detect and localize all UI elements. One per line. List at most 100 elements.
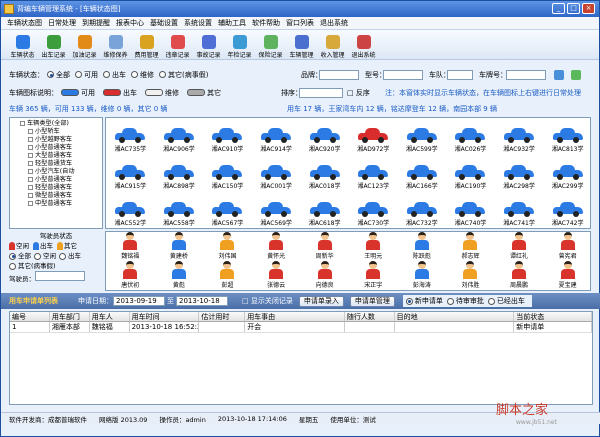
menu-item[interactable]: 窗口列表 — [286, 18, 314, 28]
team-field[interactable] — [447, 69, 473, 80]
menu-item[interactable]: 基础设置 — [150, 18, 178, 28]
vehicle-tile[interactable]: 湘AC732学 — [398, 192, 447, 228]
radio-icon[interactable] — [9, 252, 16, 260]
driver-tile[interactable]: 黄建桥 — [155, 232, 204, 261]
radio-icon[interactable] — [34, 252, 41, 260]
state-option[interactable]: 其它(病事假) — [159, 71, 208, 79]
checkbox-icon[interactable] — [28, 200, 33, 206]
tree-item[interactable]: 大型普通客车 — [20, 152, 100, 160]
driver-tile[interactable]: 宋正宇 — [349, 261, 398, 290]
table-row[interactable]: 1 湘雁本部 魏铭福 2013-10-18 16:52:25 开会 新申请单 — [10, 322, 592, 333]
state-option[interactable]: 可用 — [75, 71, 98, 79]
toolbar-button[interactable]: 出车记录 — [38, 31, 69, 59]
checkbox-icon[interactable] — [20, 120, 25, 126]
driver-tile[interactable]: 彭海涛 — [398, 261, 447, 290]
vehicle-tile[interactable]: 湘AC299学 — [543, 155, 590, 192]
driver-tile[interactable]: 黄彪 — [155, 261, 204, 290]
radio-icon[interactable] — [75, 71, 82, 78]
vehicle-tile[interactable]: 湘AC001学 — [252, 155, 301, 192]
vehicle-tile[interactable]: 湘AC742学 — [543, 192, 590, 228]
toolbar-button[interactable]: 年检记录 — [224, 31, 255, 59]
tree-item[interactable]: 轻型普通客车 — [20, 184, 100, 192]
checkbox-icon[interactable] — [28, 144, 33, 150]
column-header[interactable]: 估计用时 — [199, 312, 246, 321]
vehicle-tile[interactable]: 湘AC599学 — [398, 118, 447, 155]
driver-field[interactable] — [35, 271, 85, 281]
driver-tile[interactable]: 魏铭福 — [106, 232, 155, 261]
toolbar-button[interactable]: 费用管理 — [131, 31, 162, 59]
vehicle-tile[interactable]: 湘AC898学 — [155, 155, 204, 192]
vehicle-tile[interactable]: 湘AC910学 — [203, 118, 252, 155]
checkbox-icon[interactable] — [28, 176, 33, 182]
driver-option[interactable]: 其它(病事假) — [9, 262, 56, 270]
radio-icon[interactable] — [103, 71, 110, 78]
driver-tile[interactable]: 唐伏初 — [106, 261, 155, 290]
maximize-button[interactable]: □ — [567, 3, 580, 14]
driver-tile[interactable]: 向德良 — [300, 261, 349, 290]
driver-tile[interactable]: 周晨鹏 — [495, 261, 544, 290]
sort-select[interactable] — [299, 87, 343, 98]
toolbar-button[interactable]: 退出系统 — [348, 31, 379, 59]
vehicle-tile[interactable]: 湘AC618学 — [300, 192, 349, 228]
tree-item[interactable]: 微型普通客车 — [20, 192, 100, 200]
checkbox-icon[interactable] — [28, 152, 33, 158]
minimize-button[interactable]: _ — [552, 3, 565, 14]
column-header[interactable]: 用车部门 — [50, 312, 90, 321]
driver-tile[interactable]: 夏宝建 — [543, 261, 590, 290]
date-to[interactable]: 2013-10-18 — [176, 296, 228, 306]
driver-tile[interactable]: 彭超 — [203, 261, 252, 290]
vehicle-tile[interactable]: 湘AC123学 — [349, 155, 398, 192]
close-button[interactable]: × — [582, 3, 595, 14]
column-header[interactable]: 随行人数 — [345, 312, 395, 321]
driver-tile[interactable]: 张德云 — [252, 261, 301, 290]
vehicle-type-tree[interactable]: 车辆类型(全部) 小型轿车 小型越野客车 小型普通客车 大型普通客车 轻型普通货车 小型汽车… — [9, 117, 103, 229]
request-entry-button[interactable]: 申请单录入 — [298, 295, 344, 307]
request-option[interactable]: 新申请单 — [405, 297, 443, 305]
model-field[interactable] — [383, 69, 423, 80]
reverse-checkbox[interactable]: □ 反序 — [347, 88, 370, 98]
menu-item[interactable]: 辅助工具 — [218, 18, 246, 28]
radio-icon[interactable] — [487, 297, 495, 305]
vehicle-tile[interactable]: 湘AD972学 — [349, 118, 398, 155]
vehicle-tile[interactable]: 湘AC730学 — [349, 192, 398, 228]
vehicle-tile[interactable]: 湘AC298学 — [495, 155, 544, 192]
driver-tile[interactable]: 王明元 — [349, 232, 398, 261]
vehicle-tile[interactable]: 湘AC906学 — [155, 118, 204, 155]
tree-item[interactable]: 轻型普通货车 — [20, 160, 100, 168]
column-header[interactable]: 用车人 — [90, 312, 130, 321]
driver-tile[interactable]: 曾宪君 — [543, 232, 590, 261]
checkbox-icon[interactable] — [28, 160, 33, 166]
driver-tile[interactable]: 刘伟胜 — [446, 261, 495, 290]
vehicle-tile[interactable]: 湘AC150学 — [203, 155, 252, 192]
vehicle-tile[interactable]: 湘AC190学 — [446, 155, 495, 192]
toolbar-button[interactable]: 维修保养 — [100, 31, 131, 59]
radio-icon[interactable] — [159, 71, 166, 78]
checkbox-icon[interactable] — [28, 184, 33, 190]
menu-item[interactable]: 软件帮助 — [252, 18, 280, 28]
request-option[interactable]: 待审审批 — [446, 297, 484, 305]
show-closed-checkbox[interactable]: □ 显示关闭记录 — [242, 296, 293, 306]
column-header[interactable]: 编号 — [10, 312, 50, 321]
driver-tile[interactable]: 黄怀光 — [252, 232, 301, 261]
radio-icon[interactable] — [405, 297, 413, 305]
toolbar-button[interactable]: 收入管理 — [317, 31, 348, 59]
vehicle-tile[interactable]: 湘AC735学 — [106, 118, 155, 155]
vehicle-tile[interactable]: 湘AC932学 — [495, 118, 544, 155]
state-option[interactable]: 全部 — [47, 71, 70, 79]
driver-option[interactable]: 出车 — [59, 252, 81, 260]
toolbar-button[interactable]: 车辆管理 — [286, 31, 317, 59]
radio-icon[interactable] — [131, 71, 138, 78]
checkbox-icon[interactable] — [28, 168, 33, 174]
vehicle-tile[interactable]: 湘AC915学 — [106, 155, 155, 192]
vehicle-tile[interactable]: 湘AC914学 — [252, 118, 301, 155]
toolbar-button[interactable]: 加油记录 — [69, 31, 100, 59]
brand-field[interactable] — [319, 69, 359, 80]
radio-icon[interactable] — [59, 252, 66, 260]
tree-item[interactable]: 小型普通客车 — [20, 144, 100, 152]
menu-item[interactable]: 到期提醒 — [82, 18, 110, 28]
column-header[interactable]: 用车时间 — [130, 312, 200, 321]
toolbar-button[interactable]: 违章记录 — [162, 31, 193, 59]
radio-icon[interactable] — [9, 262, 16, 270]
radio-icon[interactable] — [446, 297, 454, 305]
vehicle-tile[interactable]: 湘AC026学 — [446, 118, 495, 155]
